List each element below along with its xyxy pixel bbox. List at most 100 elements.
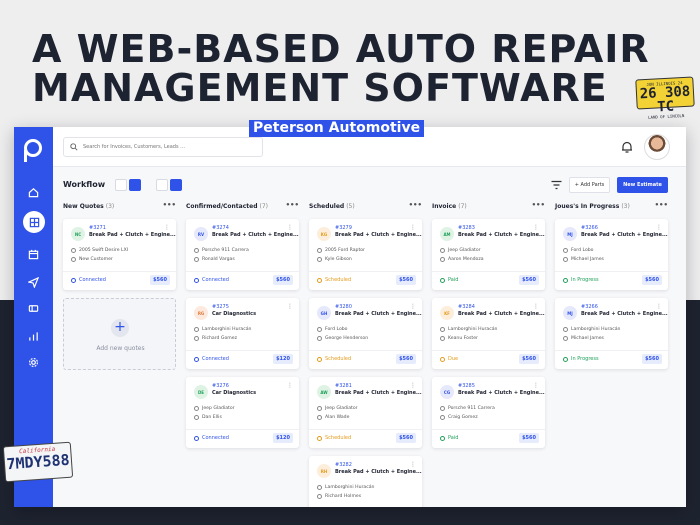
tag-icon[interactable]	[25, 300, 42, 317]
plus-icon[interactable]: +	[111, 319, 129, 337]
card-menu-icon[interactable]: ⋮	[656, 303, 662, 310]
job-card[interactable]: AW #3281 Break Pad + Clutch + Engine... ⋮ Je…	[309, 377, 422, 448]
column-more-icon[interactable]: •••	[409, 201, 422, 209]
job-card[interactable]: RG #3275 Car Diagnostics ⋮ Lamborghini Hurac…	[186, 298, 299, 369]
card-menu-icon[interactable]: ⋮	[533, 224, 539, 231]
job-card[interactable]: GH #3280 Break Pad + Clutch + Engine... ⋮ Fo…	[309, 298, 422, 369]
column-more-icon[interactable]: •••	[655, 201, 668, 209]
new-estimate-button[interactable]: New Estimate	[617, 177, 668, 193]
car-icon	[440, 327, 445, 332]
home-icon[interactable]	[25, 184, 42, 201]
job-card[interactable]: MJ #3266 Break Pad + Clutch + Engine... ⋮ La…	[555, 298, 668, 369]
job-card[interactable]: DE #3276 Car Diagnostics ⋮ Jeep Gladiator Dan…	[186, 377, 299, 448]
job-card[interactable]: NC #3271 Break Pad + Clutch + Engine... ⋮ 20…	[63, 219, 176, 290]
card-menu-icon[interactable]: ⋮	[533, 303, 539, 310]
add-parts-button[interactable]: + Add Parts	[569, 177, 610, 193]
board-view-toggle[interactable]	[129, 179, 141, 191]
status-badge: Due	[440, 356, 458, 362]
job-number: #3276	[212, 383, 229, 389]
card-menu-icon[interactable]: ⋮	[164, 224, 170, 231]
customer-initials-badge: NC	[71, 227, 85, 241]
card-menu-icon[interactable]: ⋮	[656, 224, 662, 231]
customer-name: Aaron Mendoza	[448, 257, 484, 262]
calendar-icon[interactable]	[25, 246, 42, 263]
status-label: Scheduled	[325, 435, 352, 441]
customer-name: Michael James	[571, 257, 604, 262]
job-number: #3280	[335, 304, 352, 310]
card-menu-icon[interactable]: ⋮	[410, 303, 416, 310]
vehicle-name: Lamborghini Huracán	[448, 327, 498, 332]
card-menu-icon[interactable]: ⋮	[410, 224, 416, 231]
status-icon	[194, 435, 199, 441]
job-description: Break Pad + Clutch + Engine...	[335, 311, 422, 317]
status-badge: Scheduled	[317, 435, 351, 441]
user-icon	[317, 257, 322, 262]
car-icon	[194, 406, 199, 411]
card-menu-icon[interactable]: ⋮	[533, 382, 539, 389]
status-badge: In Progress	[563, 356, 599, 362]
customer-initials-badge: MJ	[563, 227, 577, 241]
status-icon	[563, 277, 568, 283]
job-description: Break Pad + Clutch + Engine...	[335, 232, 422, 238]
job-card[interactable]: MJ #3266 Break Pad + Clutch + Engine... ⋮ Fo…	[555, 219, 668, 290]
expanded-density-toggle[interactable]	[156, 179, 168, 191]
status-label: Connected	[202, 435, 229, 441]
card-menu-icon[interactable]: ⋮	[287, 382, 293, 389]
job-card[interactable]: RV #3274 Break Pad + Clutch + Engine... ⋮ Po…	[186, 219, 299, 290]
price-tag: $560	[396, 275, 416, 285]
search-input[interactable]	[83, 144, 253, 150]
card-menu-icon[interactable]: ⋮	[287, 224, 293, 231]
filter-icon[interactable]	[551, 180, 562, 190]
column-more-icon[interactable]: •••	[532, 201, 545, 209]
job-card[interactable]: RH #3282 Break Pad + Clutch + Engine... ⋮ La…	[309, 456, 422, 507]
list-view-toggle[interactable]	[115, 179, 127, 191]
job-card[interactable]: AM #3283 Break Pad + Clutch + Engine... ⋮ Je…	[432, 219, 545, 290]
card-divider	[555, 350, 668, 351]
send-icon[interactable]	[25, 274, 42, 291]
status-icon	[317, 435, 322, 441]
search-icon	[70, 143, 78, 151]
car-icon	[317, 485, 322, 490]
job-card[interactable]: KF #3284 Break Pad + Clutch + Engine... ⋮ La…	[432, 298, 545, 369]
job-number: #3275	[212, 304, 229, 310]
status-label: Connected	[202, 277, 229, 283]
grid-icon[interactable]	[23, 211, 45, 233]
card-menu-icon[interactable]: ⋮	[410, 382, 416, 389]
column-more-icon[interactable]: •••	[163, 201, 176, 209]
card-menu-icon[interactable]: ⋮	[410, 461, 416, 468]
chart-icon[interactable]	[25, 328, 42, 345]
search-box[interactable]	[63, 137, 263, 157]
notification-bell-icon[interactable]	[620, 140, 634, 154]
gear-icon[interactable]	[25, 354, 42, 371]
status-badge: Connected	[194, 435, 229, 441]
status-badge: Connected	[194, 356, 229, 362]
customer-initials-badge: CG	[440, 385, 454, 399]
vehicle-line: 2005 Ford Raptor	[317, 248, 365, 253]
price-tag: $560	[642, 275, 662, 285]
customer-name: Michael James	[571, 336, 604, 341]
job-number: #3266	[581, 304, 598, 310]
card-menu-icon[interactable]: ⋮	[287, 303, 293, 310]
vehicle-name: 2005 Swift Desire LXI	[79, 248, 129, 253]
user-icon	[440, 336, 445, 341]
customer-name: New Customer	[79, 257, 113, 262]
customer-initials-badge: RH	[317, 464, 331, 478]
car-icon	[317, 406, 322, 411]
car-icon	[563, 248, 568, 253]
customer-line: Richard Gomez	[194, 336, 237, 341]
status-label: Due	[448, 356, 459, 362]
vehicle-line: Jeep Gladiator	[194, 406, 235, 411]
user-avatar[interactable]	[644, 134, 670, 160]
vehicle-line: Porsche 911 Carrera	[440, 406, 495, 411]
brand-logo-icon[interactable]	[24, 139, 42, 162]
job-card[interactable]: CG #3285 Break Pad + Clutch + Engine... ⋮ Po…	[432, 377, 545, 448]
add-new-quote-card[interactable]: + Add new quotes	[63, 298, 176, 370]
job-card[interactable]: KG #3279 Break Pad + Clutch + Engine... ⋮ 20…	[309, 219, 422, 290]
job-description: Break Pad + Clutch + Engine...	[581, 311, 668, 317]
compact-density-toggle[interactable]	[170, 179, 182, 191]
customer-name: Dan Ellis	[202, 415, 222, 420]
column-title: New Quotes	[63, 203, 104, 210]
column-more-icon[interactable]: •••	[286, 201, 299, 209]
vehicle-name: Ford Lobo	[325, 327, 348, 332]
card-divider	[432, 350, 545, 351]
